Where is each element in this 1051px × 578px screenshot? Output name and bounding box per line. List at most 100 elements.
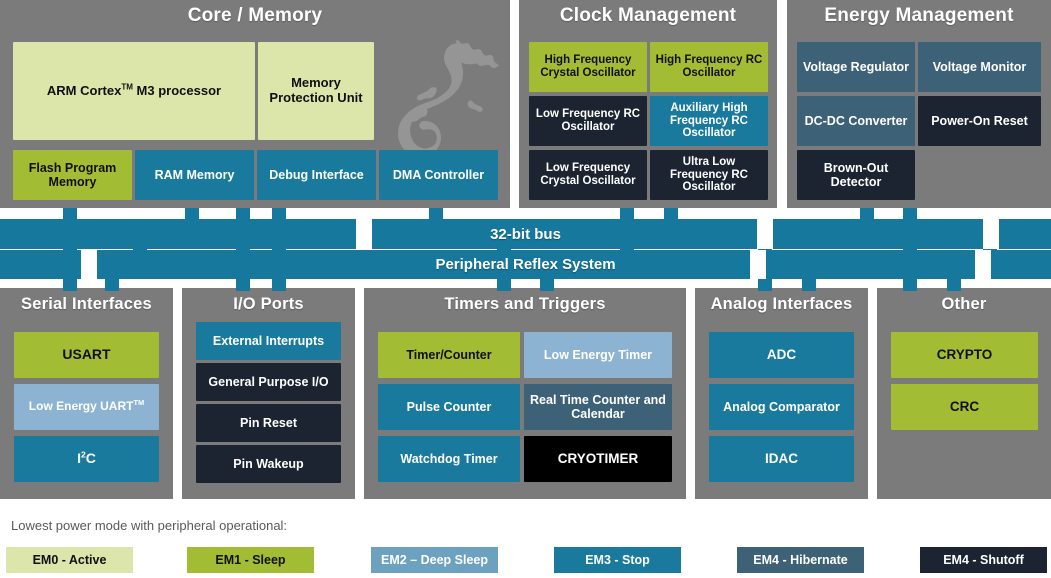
bus-stub-down — [802, 279, 816, 291]
block-timer-counter[interactable]: Timer/Counter — [378, 332, 520, 378]
bus-gap — [975, 250, 991, 279]
block-label: Low Frequency Crystal Oscillator — [540, 162, 636, 187]
block-dma-controller[interactable]: DMA Controller — [379, 150, 498, 200]
bus-gap — [81, 250, 97, 279]
block-low-energy-uart[interactable]: Low Energy UARTTM — [14, 384, 159, 430]
panel-title-energy-management: Energy Management — [824, 5, 1014, 26]
block-pulse-counter[interactable]: Pulse Counter — [378, 384, 520, 430]
block-idac[interactable]: IDAC — [709, 436, 854, 482]
legend-caption: Lowest power mode with peripheral operat… — [11, 518, 288, 533]
panel-clock-management: Clock Management High Frequency Crystal … — [519, 0, 777, 208]
block-memory-protection-unit[interactable]: Memory Protection Unit — [258, 42, 374, 140]
panel-title-io-ports: I/O Ports — [233, 295, 304, 313]
block-i2c[interactable]: I2C — [14, 436, 159, 482]
block-adc[interactable]: ADC — [709, 332, 854, 378]
panel-timers-and-triggers: Timers and Triggers Timer/Counter Low En… — [364, 288, 686, 499]
block-label: Voltage Monitor — [932, 60, 1027, 74]
block-flash-program-memory[interactable]: Flash Program Memory — [13, 150, 132, 200]
legend-item-em2[interactable]: EM2 – Deep Sleep — [371, 547, 498, 573]
legend-label: EM4 - Shutoff — [943, 553, 1024, 567]
block-real-time-counter-and-calendar[interactable]: Real Time Counter and Calendar — [524, 384, 672, 430]
bus-gap — [356, 219, 372, 249]
block-label: Voltage Regulator — [802, 60, 910, 74]
block-analog-comparator[interactable]: Analog Comparator — [709, 384, 854, 430]
block-pin-wakeup[interactable]: Pin Wakeup — [196, 445, 341, 483]
block-label: High Frequency Crystal Oscillator — [540, 54, 636, 79]
panel-analog-interfaces: Analog Interfaces ADC Analog Comparator … — [695, 288, 868, 499]
block-label: ADC — [766, 347, 797, 363]
panel-serial-interfaces: Serial Interfaces USART Low Energy UARTT… — [0, 288, 173, 499]
bus-gap — [750, 250, 766, 279]
bus-stub-down — [497, 279, 511, 291]
bus-stub-down — [540, 279, 554, 291]
panel-io-ports: I/O Ports External Interrupts General Pu… — [182, 288, 355, 499]
block-label: Low Energy Timer — [543, 348, 653, 362]
bus-stub-down — [236, 279, 250, 291]
block-watchdog-timer[interactable]: Watchdog Timer — [378, 436, 520, 482]
panel-core-memory: Core / Memory ARM CortexTM M3 processor … — [0, 0, 510, 208]
block-crypto[interactable]: CRYPTO — [891, 332, 1038, 378]
bus-peripheral-reflex-system[interactable]: Peripheral Reflex System — [0, 250, 1051, 279]
block-low-energy-timer[interactable]: Low Energy Timer — [524, 332, 672, 378]
block-external-interrupts[interactable]: External Interrupts — [196, 322, 341, 360]
panel-title-clock-management: Clock Management — [559, 5, 737, 26]
bus-stub-down — [758, 279, 772, 291]
block-brown-out-detector[interactable]: Brown-Out Detector — [797, 150, 915, 200]
block-label: IDAC — [765, 451, 798, 467]
block-general-purpose-io[interactable]: General Purpose I/O — [196, 363, 341, 401]
legend-label: EM0 - Active — [32, 553, 107, 567]
block-label: Real Time Counter and Calendar — [530, 393, 666, 421]
block-diagram: Core / Memory ARM CortexTM M3 processor … — [0, 0, 1051, 578]
block-label: CRYPTO — [936, 347, 993, 363]
panel-title-analog-interfaces: Analog Interfaces — [710, 295, 853, 313]
block-lf-rc-oscillator[interactable]: Low Frequency RC Oscillator — [529, 96, 647, 146]
block-label: Pin Wakeup — [233, 457, 304, 471]
legend-label: EM2 – Deep Sleep — [381, 553, 488, 567]
block-label: DMA Controller — [392, 168, 485, 182]
block-lf-crystal-oscillator[interactable]: Low Frequency Crystal Oscillator — [529, 150, 647, 200]
block-label: Low Energy UARTTM — [28, 398, 145, 414]
legend-item-em4-shutoff[interactable]: EM4 - Shutoff — [920, 547, 1047, 573]
block-power-on-reset[interactable]: Power-On Reset — [918, 96, 1041, 146]
block-crc[interactable]: CRC — [891, 384, 1038, 430]
block-pin-reset[interactable]: Pin Reset — [196, 404, 341, 442]
block-label: USART — [62, 346, 111, 363]
legend-label: EM3 - Stop — [585, 553, 650, 567]
block-label: Low Frequency RC Oscillator — [535, 108, 641, 133]
panel-title-timers-and-triggers: Timers and Triggers — [444, 295, 606, 313]
block-ulf-rc-oscillator[interactable]: Ultra Low Frequency RC Oscillator — [650, 150, 768, 200]
legend-item-em0[interactable]: EM0 - Active — [6, 547, 133, 573]
block-label: External Interrupts — [212, 334, 325, 348]
bus-32-bit[interactable]: 32-bit bus — [0, 219, 1051, 249]
block-cryotimer[interactable]: CRYOTIMER — [524, 436, 672, 482]
legend-item-em4-hibernate[interactable]: EM4 - Hibernate — [737, 547, 864, 573]
block-hf-crystal-oscillator[interactable]: High Frequency Crystal Oscillator — [529, 42, 647, 92]
block-label: Watchdog Timer — [400, 452, 498, 466]
block-label: General Purpose I/O — [208, 375, 329, 389]
bus-stub-down — [63, 279, 77, 291]
block-label: Auxiliary High Frequency RC Oscillator — [670, 101, 748, 140]
legend-label: EM4 - Hibernate — [753, 553, 848, 567]
legend-item-em3[interactable]: EM3 - Stop — [554, 547, 681, 573]
block-label: Pin Reset — [240, 416, 297, 430]
block-label: Brown-Out Detector — [823, 161, 889, 189]
block-voltage-regulator[interactable]: Voltage Regulator — [797, 42, 915, 92]
block-arm-cortex-m3[interactable]: ARM CortexTM M3 processor — [13, 42, 255, 140]
block-label: DC-DC Converter — [804, 114, 908, 128]
block-voltage-monitor[interactable]: Voltage Monitor — [918, 42, 1041, 92]
bus-gap — [757, 219, 773, 249]
block-ram-memory[interactable]: RAM Memory — [135, 150, 254, 200]
block-label: ARM CortexTM M3 processor — [46, 82, 222, 98]
block-label: Timer/Counter — [406, 348, 492, 362]
block-label: High Frequency RC Oscillator — [655, 54, 763, 79]
block-aux-hf-rc-oscillator[interactable]: Auxiliary High Frequency RC Oscillator — [650, 96, 768, 146]
legend-item-em1[interactable]: EM1 - Sleep — [187, 547, 314, 573]
block-debug-interface[interactable]: Debug Interface — [257, 150, 376, 200]
block-usart[interactable]: USART — [14, 332, 159, 378]
block-hf-rc-oscillator[interactable]: High Frequency RC Oscillator — [650, 42, 768, 92]
block-dcdc-converter[interactable]: DC-DC Converter — [797, 96, 915, 146]
block-label: CRC — [949, 399, 980, 415]
bus-gap — [983, 219, 999, 249]
panel-other: Other CRYPTO CRC — [877, 288, 1051, 499]
block-label: I2C — [77, 449, 96, 467]
